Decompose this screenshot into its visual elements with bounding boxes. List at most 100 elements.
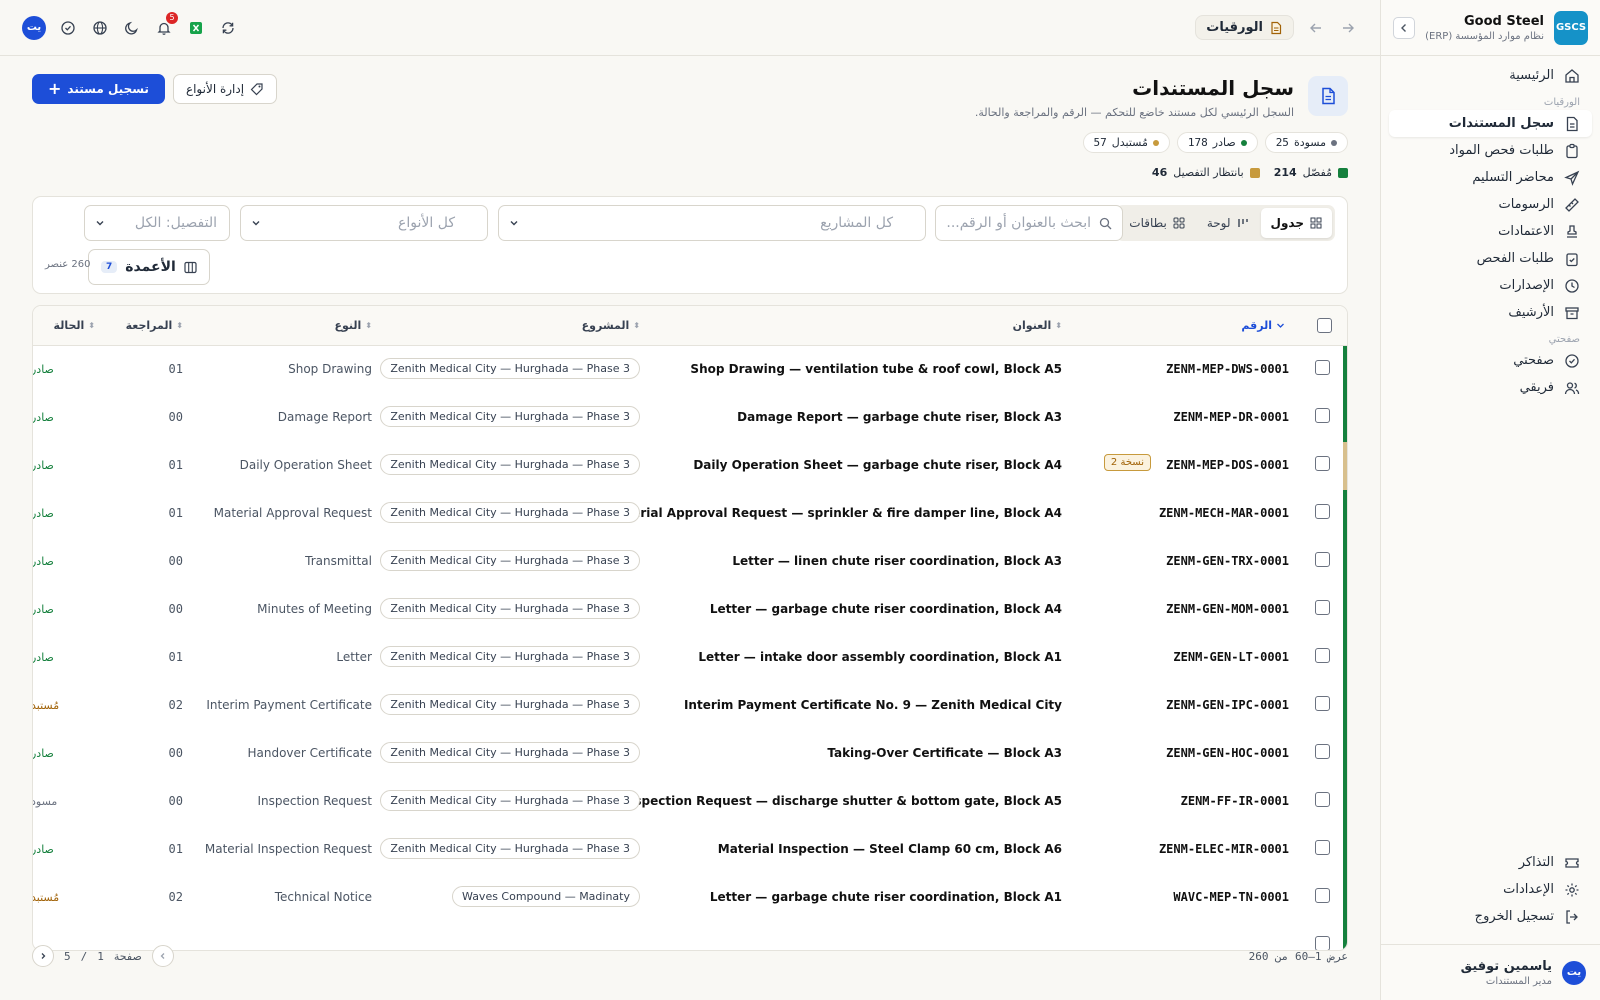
row-checkbox[interactable] bbox=[1315, 648, 1330, 663]
detail-status-bar bbox=[1343, 682, 1347, 731]
column-header-status[interactable]: الحالة ⬍ bbox=[54, 319, 95, 332]
select-all-checkbox[interactable] bbox=[1317, 318, 1332, 333]
view-board-tab[interactable]: لوحة bbox=[1197, 208, 1259, 238]
table-row[interactable]: ZENM-MEP-DR-0001 Damage Report — garbage … bbox=[33, 394, 1347, 443]
back-button[interactable] bbox=[1338, 18, 1358, 38]
row-checkbox[interactable] bbox=[1315, 456, 1330, 471]
document-icon bbox=[1271, 21, 1282, 34]
kanban-icon bbox=[1237, 219, 1248, 227]
row-checkbox[interactable] bbox=[1315, 744, 1330, 759]
sidebar-item-me-0[interactable]: صفحتي bbox=[1389, 347, 1592, 374]
type-filter-select[interactable]: كل الأنواع bbox=[240, 205, 488, 241]
table-row[interactable]: ZENM-ELEC-MIR-0001 Material Inspection — … bbox=[33, 826, 1347, 875]
manage-types-label: إدارة الأنواع bbox=[185, 82, 245, 96]
export-excel-button[interactable] bbox=[186, 18, 206, 38]
status-pill[interactable]: مسودة 25 bbox=[1264, 132, 1348, 153]
legend-item: مُفصّل 214 bbox=[1274, 166, 1348, 179]
breadcrumb[interactable]: الورقيات bbox=[1195, 15, 1294, 40]
columns-button[interactable]: 7 الأعمدة bbox=[88, 249, 210, 285]
row-checkbox[interactable] bbox=[1315, 600, 1330, 615]
stamp-icon bbox=[1564, 224, 1580, 240]
sidebar-item-bottom-0[interactable]: التذاكر bbox=[1389, 849, 1592, 876]
row-checkbox[interactable] bbox=[1315, 504, 1330, 519]
clipboard-check-icon bbox=[1564, 251, 1580, 267]
sidebar-item-label: الإعدادات bbox=[1503, 882, 1554, 897]
sidebar-item-bottom-2[interactable]: تسجيل الخروج bbox=[1389, 903, 1592, 930]
user-profile[interactable]: يت ياسمين توفيق مدير المستندات bbox=[1381, 944, 1600, 1000]
table-row[interactable]: ZENM-GEN-HOC-0001 Taking-Over Certificate… bbox=[33, 730, 1347, 779]
page-subtitle: السجل الرئيسي لكل مستند خاضع للتحكم — ال… bbox=[974, 106, 1294, 119]
sidebar-item-docs-1[interactable]: طلبات فحص المواد bbox=[1389, 137, 1592, 164]
notifications-button[interactable]: 5 bbox=[154, 11, 178, 38]
row-checkbox[interactable] bbox=[1315, 696, 1330, 711]
sidebar-item-docs-2[interactable]: محاضر التسليم bbox=[1389, 164, 1592, 191]
search-input[interactable]: ابحث بالعنوان أو الرقم... bbox=[935, 205, 1123, 241]
collapse-sidebar-button[interactable] bbox=[1393, 16, 1415, 39]
sidebar-item-top-0[interactable]: الرئيسية bbox=[1389, 62, 1592, 89]
sidebar-item-docs-7[interactable]: الأرشيف bbox=[1389, 299, 1592, 326]
project-chip: Zenith Medical City — Hurghada — Phase 3 bbox=[380, 790, 640, 811]
column-header-title[interactable]: العنوان ⬍ bbox=[1013, 319, 1062, 332]
detail-status-bar bbox=[1343, 874, 1347, 923]
table-row[interactable]: WAVC-MEP-TN-0001 Letter — garbage chute r… bbox=[33, 874, 1347, 923]
topbar-avatar[interactable]: يت bbox=[22, 15, 46, 40]
table-row[interactable]: ZENM-FF-IR-0001 Inspection Request — disc… bbox=[33, 778, 1347, 827]
topbar: يت 5 الورقيات bbox=[0, 0, 1380, 56]
status-pill-count: 57 bbox=[1093, 136, 1107, 149]
sidebar-item-bottom-1[interactable]: الإعدادات bbox=[1389, 876, 1592, 903]
row-checkbox[interactable] bbox=[1315, 792, 1330, 807]
sidebar-item-docs-4[interactable]: الاعتمادات bbox=[1389, 218, 1592, 245]
archive-icon bbox=[1564, 305, 1580, 321]
status-pill-label: مُستبدل bbox=[1111, 136, 1148, 149]
version-badge: نسخة 2 bbox=[1103, 454, 1151, 471]
row-checkbox[interactable] bbox=[1315, 408, 1330, 423]
tag-icon bbox=[250, 83, 263, 96]
sidebar-item-docs-5[interactable]: طلبات الفحص bbox=[1389, 245, 1592, 272]
doc-title: Interim Payment Certificate No. 9 — Zeni… bbox=[683, 698, 1062, 712]
detail-filter-select[interactable]: التفصيل: الكل bbox=[84, 205, 230, 241]
status-button[interactable] bbox=[58, 18, 78, 38]
status-dot bbox=[1240, 139, 1247, 146]
refresh-button[interactable] bbox=[218, 18, 238, 38]
project-chip: Zenith Medical City — Hurghada — Phase 3 bbox=[380, 406, 640, 427]
theme-toggle-button[interactable] bbox=[122, 18, 142, 38]
table-row[interactable]: ZENM-MEP-DOS-0001 نسخة 2 Daily Operation S… bbox=[33, 442, 1347, 491]
status-pill[interactable]: صادر 178 bbox=[1176, 132, 1258, 153]
sidebar-item-docs-0[interactable]: سجل المستندات bbox=[1389, 110, 1592, 137]
row-checkbox[interactable] bbox=[1315, 360, 1330, 375]
table-icon bbox=[1310, 217, 1322, 229]
forward-button[interactable] bbox=[1306, 18, 1326, 38]
status-pill[interactable]: مُستبدل 57 bbox=[1082, 132, 1170, 153]
column-header-revision[interactable]: المراجعة ⬍ bbox=[126, 319, 183, 332]
row-checkbox[interactable] bbox=[1315, 552, 1330, 567]
table-row[interactable]: ZENM-GEN-TRX-0001 Letter — linen chute ri… bbox=[33, 538, 1347, 587]
sort-icon: ⬍ bbox=[365, 321, 372, 330]
project-filter-select[interactable]: كل المشاريع bbox=[498, 205, 926, 241]
row-checkbox[interactable] bbox=[1315, 888, 1330, 903]
next-page-button[interactable] bbox=[32, 945, 54, 967]
row-checkbox[interactable] bbox=[1315, 840, 1330, 855]
project-filter-value: كل المشاريع bbox=[820, 215, 893, 231]
table-row[interactable]: ZENM-GEN-LT-0001 Letter — intake door ass… bbox=[33, 634, 1347, 683]
table-row[interactable]: ZENM-GEN-MOM-0001 Letter — garbage chute … bbox=[33, 586, 1347, 635]
view-cards-tab[interactable]: بطاقات bbox=[1119, 208, 1195, 238]
sidebar-item-docs-3[interactable]: الرسومات bbox=[1389, 191, 1592, 218]
register-document-button[interactable]: + تسجيل مستند bbox=[32, 74, 165, 104]
language-button[interactable] bbox=[90, 18, 110, 38]
manage-types-button[interactable]: إدارة الأنواع bbox=[172, 74, 278, 104]
sidebar-item-me-1[interactable]: فريقي bbox=[1389, 374, 1592, 401]
table-row[interactable]: ZENM-MEP-DWS-0001 Shop Drawing — ventilat… bbox=[33, 346, 1347, 395]
sort-icon: ⬍ bbox=[88, 321, 95, 330]
prev-page-button[interactable] bbox=[151, 945, 174, 967]
column-header-project[interactable]: المشروع ⬍ bbox=[582, 319, 640, 332]
project-chip: Zenith Medical City — Hurghada — Phase 3 bbox=[380, 742, 640, 763]
sort-desc-icon bbox=[1277, 323, 1284, 328]
column-header-number[interactable]: الرقم bbox=[1241, 319, 1285, 332]
detail-status-bar bbox=[1343, 394, 1347, 443]
column-header-type[interactable]: النوع ⬍ bbox=[334, 319, 372, 332]
table-row[interactable]: ZENM-MECH-MAR-0001 Material Approval Requ… bbox=[33, 490, 1347, 539]
table-row[interactable]: ZENM-GEN-IPC-0001 Interim Payment Certifi… bbox=[33, 682, 1347, 731]
send-icon bbox=[1564, 170, 1580, 186]
view-table-tab[interactable]: جدول bbox=[1260, 208, 1332, 238]
sidebar-item-docs-6[interactable]: الإصدارات bbox=[1389, 272, 1592, 299]
